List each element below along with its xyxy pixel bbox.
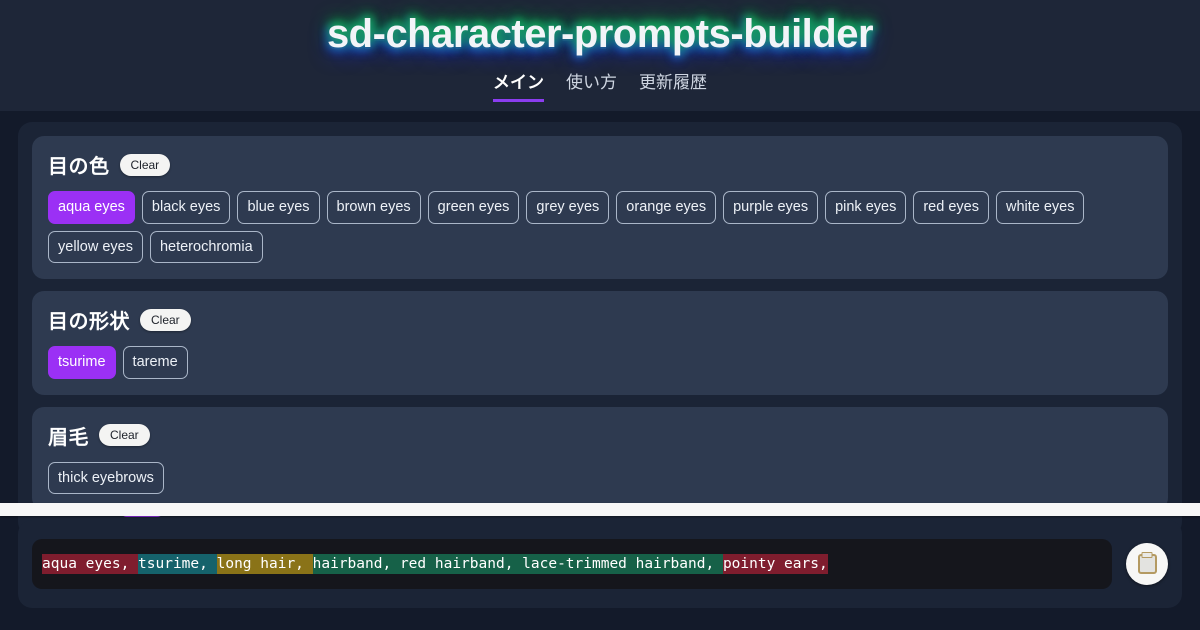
- prompt-segment: tsurime,: [138, 554, 217, 574]
- prompt-segment: long hair,: [216, 554, 313, 574]
- clear-button[interactable]: Clear: [99, 424, 150, 446]
- tab-1[interactable]: 使い方: [566, 73, 617, 102]
- category-header: 目の色 Clear: [48, 150, 1152, 179]
- category-title: 目の形状: [48, 309, 130, 333]
- chip-group: aqua eyes black eyes blue eyes brown eyes gr…: [48, 191, 1152, 263]
- prompt-output-field[interactable]: aqua eyes, tsurime, long hair, hairband,…: [32, 539, 1112, 589]
- tag-chip[interactable]: aqua eyes: [48, 191, 135, 224]
- page-header: sd-character-prompts-builder メイン 使い方 更新履歴: [0, 0, 1200, 111]
- tag-chip[interactable]: green eyes: [427, 191, 520, 224]
- tag-chip[interactable]: brown eyes: [326, 191, 421, 224]
- clear-button[interactable]: Clear: [140, 308, 191, 331]
- clipboard-icon: [1137, 554, 1157, 574]
- category-card: 目の色 Clear aqua eyes black eyes blue eyes brow…: [32, 136, 1168, 279]
- tab-bar: メイン 使い方 更新履歴: [0, 68, 1200, 102]
- tag-chip[interactable]: white eyes: [995, 191, 1085, 224]
- tag-chip[interactable]: purple eyes: [723, 191, 819, 224]
- tag-chip[interactable]: tareme: [122, 346, 188, 379]
- chip-group: thick eyebrows: [48, 461, 1152, 494]
- tag-chip[interactable]: red eyes: [913, 191, 989, 224]
- prompt-text: aqua eyes, tsurime, long hair, hairband,…: [42, 553, 828, 575]
- tag-chip[interactable]: tsurime: [48, 346, 116, 379]
- tag-chip[interactable]: heterochromia: [149, 230, 263, 263]
- tag-chip[interactable]: black eyes: [141, 191, 231, 224]
- tag-chip[interactable]: blue eyes: [237, 191, 320, 224]
- prompt-segment: pointy ears,: [722, 554, 828, 574]
- tag-chip[interactable]: yellow eyes: [48, 230, 143, 263]
- category-card: 目の形状 Clear tsurime tareme: [32, 291, 1168, 395]
- prompt-segment: aqua eyes,: [42, 554, 139, 574]
- category-title: 眉毛: [48, 424, 89, 449]
- tag-chip[interactable]: grey eyes: [526, 191, 610, 224]
- copy-prompt-button[interactable]: [1126, 543, 1168, 585]
- clear-button[interactable]: Clear: [119, 153, 171, 176]
- page-title: sd-character-prompts-builder: [326, 12, 874, 56]
- tab-2[interactable]: 更新履歴: [639, 73, 707, 102]
- category-header: 眉毛 Clear: [48, 421, 1152, 450]
- tab-0[interactable]: メイン: [493, 73, 544, 102]
- categories-panel: 目の色 Clear aqua eyes black eyes blue eyes brow…: [18, 122, 1182, 536]
- horizontal-divider-bar[interactable]: [0, 503, 1200, 516]
- prompt-output-bar: aqua eyes, tsurime, long hair, hairband,…: [18, 520, 1182, 608]
- category-title: 目の色: [48, 154, 110, 178]
- tag-chip[interactable]: pink eyes: [825, 191, 907, 224]
- category-header: 目の形状 Clear: [48, 305, 1152, 334]
- category-card: 眉毛 Clear thick eyebrows: [32, 406, 1168, 510]
- chip-group: tsurime tareme: [48, 346, 1152, 379]
- prompt-segment: hairband, red hairband, lace-trimmed hai…: [312, 554, 723, 574]
- tag-chip[interactable]: thick eyebrows: [48, 461, 164, 494]
- tag-chip[interactable]: orange eyes: [616, 191, 717, 224]
